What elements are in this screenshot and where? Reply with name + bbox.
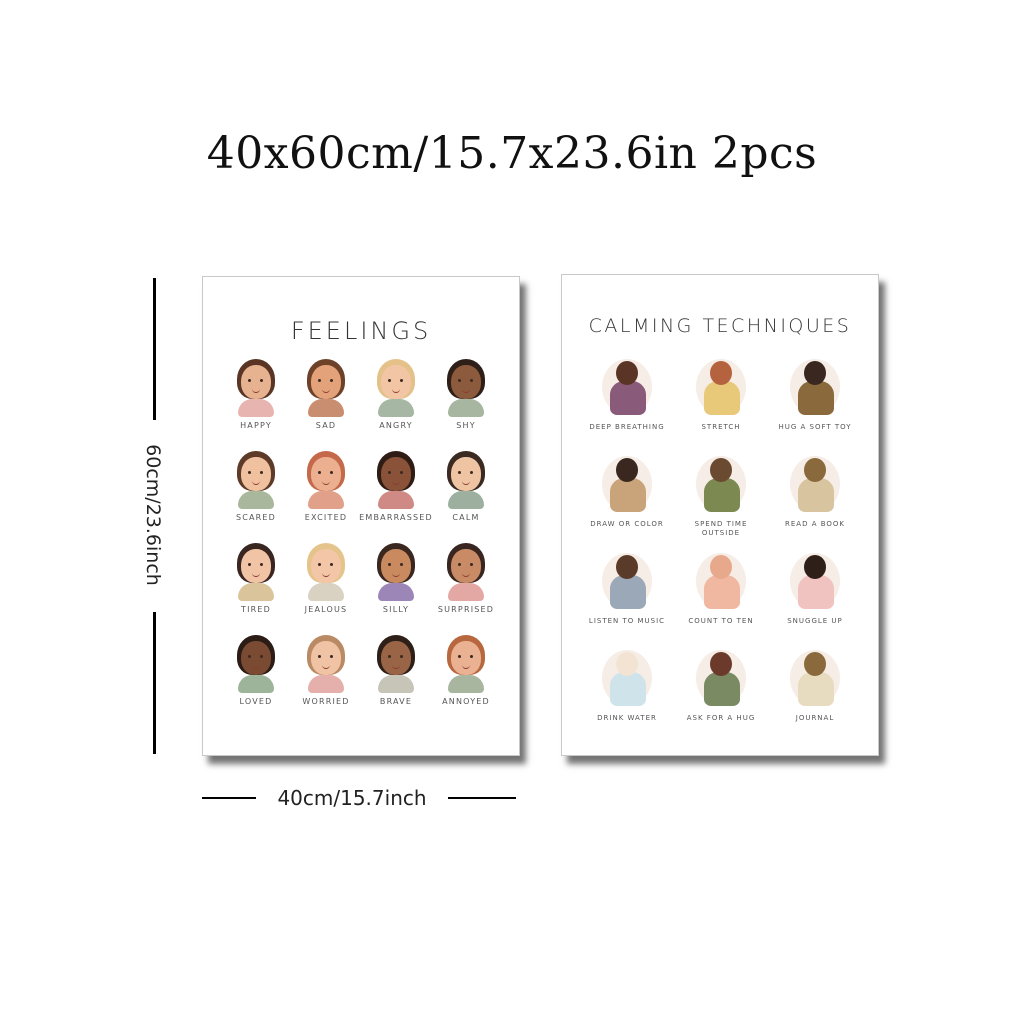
feeling-item-tired: TIRED xyxy=(221,539,291,631)
height-dimension-line-top xyxy=(153,278,156,420)
feeling-item-scared: SCARED xyxy=(221,447,291,539)
feeling-label: SILLY xyxy=(382,605,410,614)
calming-illustration xyxy=(780,351,850,421)
calming-illustration xyxy=(686,351,756,421)
calming-label: DRAW OR COLOR xyxy=(590,520,664,528)
width-dimension-line-left xyxy=(202,797,256,799)
child-face-illustration xyxy=(303,635,349,693)
calming-label: DEEP BREATHING xyxy=(589,423,665,431)
calming-label: HUG A SOFT TOY xyxy=(778,423,852,431)
calming-label: READ A BOOK xyxy=(785,520,845,528)
feeling-label: SCARED xyxy=(235,513,277,522)
calming-illustration xyxy=(592,351,662,421)
calming-item-hug-a-soft-toy: HUG A SOFT TOY xyxy=(768,351,862,448)
height-dimension-line-bottom xyxy=(153,612,156,754)
feeling-item-annoyed: ANNOYED xyxy=(431,631,501,723)
feeling-item-worried: WORRIED xyxy=(291,631,361,723)
calming-grid: DEEP BREATHING STRETCH HUG A SOFT TOY DRAW … xyxy=(580,351,862,739)
feeling-item-sad: SAD xyxy=(291,355,361,447)
calming-item-stretch: STRETCH xyxy=(674,351,768,448)
width-dimension-line-right xyxy=(448,797,516,799)
calming-item-snuggle-up: SNUGGLE UP xyxy=(768,545,862,642)
feeling-label: CALM xyxy=(452,513,480,522)
feeling-item-surprised: SURPRISED xyxy=(431,539,501,631)
feelings-poster: FEELINGS HAPPY SAD ANGRY SHY SCARED EXCITED EM… xyxy=(202,276,520,756)
feeling-label: EXCITED xyxy=(304,513,348,522)
feeling-item-embarrassed: EMBARRASSED xyxy=(359,447,433,539)
feeling-item-brave: BRAVE xyxy=(361,631,431,723)
calming-illustration xyxy=(592,545,662,615)
feeling-label: EMBARRASSED xyxy=(359,513,433,522)
feeling-item-jealous: JEALOUS xyxy=(291,539,361,631)
calming-item-spend-time-outside: SPEND TIME OUTSIDE xyxy=(674,448,768,545)
feeling-item-shy: SHY xyxy=(431,355,501,447)
child-face-illustration xyxy=(233,359,279,417)
calming-item-deep-breathing: DEEP BREATHING xyxy=(580,351,674,448)
calming-item-read-a-book: READ A BOOK xyxy=(768,448,862,545)
feeling-label: HAPPY xyxy=(240,421,272,430)
calming-illustration xyxy=(780,448,850,518)
calming-item-journal: JOURNAL xyxy=(768,642,862,739)
calming-label: COUNT TO TEN xyxy=(688,617,754,625)
calming-illustration xyxy=(592,448,662,518)
calming-illustration xyxy=(780,642,850,712)
child-face-illustration xyxy=(443,543,489,601)
calming-label: SPEND TIME OUTSIDE xyxy=(694,520,748,537)
calming-label: ASK FOR A HUG xyxy=(686,714,756,722)
feeling-label: SAD xyxy=(315,421,337,430)
height-dimension-label: 60cm/23.6inch xyxy=(142,444,164,586)
feeling-label: BRAVE xyxy=(379,697,413,706)
calming-illustration xyxy=(686,448,756,518)
child-face-illustration xyxy=(373,635,419,693)
child-face-illustration xyxy=(373,359,419,417)
feeling-label: SURPRISED xyxy=(437,605,495,614)
calming-techniques-poster: CALMING TECHNIQUES DEEP BREATHING STRETCH… xyxy=(561,274,879,756)
child-face-illustration xyxy=(443,359,489,417)
feeling-label: JEALOUS xyxy=(304,605,348,614)
child-face-illustration xyxy=(443,635,489,693)
feeling-item-loved: LOVED xyxy=(221,631,291,723)
feeling-item-calm: CALM xyxy=(431,447,501,539)
calming-illustration xyxy=(780,545,850,615)
calming-label: STRETCH xyxy=(701,423,741,431)
child-face-illustration xyxy=(303,543,349,601)
feeling-item-angry: ANGRY xyxy=(361,355,431,447)
child-face-illustration xyxy=(233,543,279,601)
feeling-label: TIRED xyxy=(240,605,272,614)
calming-illustration xyxy=(686,545,756,615)
calming-illustration xyxy=(592,642,662,712)
child-face-illustration xyxy=(373,451,419,509)
calming-item-drink-water: DRINK WATER xyxy=(580,642,674,739)
feelings-grid: HAPPY SAD ANGRY SHY SCARED EXCITED EMBARRASSED… xyxy=(221,355,501,723)
feeling-label: ANGRY xyxy=(379,421,413,430)
feeling-label: LOVED xyxy=(239,697,273,706)
calming-label: JOURNAL xyxy=(795,714,835,722)
calming-illustration xyxy=(686,642,756,712)
feeling-label: WORRIED xyxy=(302,697,350,706)
child-face-illustration xyxy=(443,451,489,509)
calming-label: SNUGGLE UP xyxy=(787,617,843,625)
feeling-item-excited: EXCITED xyxy=(291,447,361,539)
calming-item-count-to-ten: COUNT TO TEN xyxy=(674,545,768,642)
child-face-illustration xyxy=(303,451,349,509)
feeling-item-silly: SILLY xyxy=(361,539,431,631)
calming-item-listen-to-music: LISTEN TO MUSIC xyxy=(580,545,674,642)
calming-poster-title: CALMING TECHNIQUES xyxy=(588,315,852,337)
child-face-illustration xyxy=(303,359,349,417)
product-size-headline: 40x60cm/15.7x23.6in 2pcs xyxy=(206,128,818,179)
calming-item-ask-for-a-hug: ASK FOR A HUG xyxy=(674,642,768,739)
feeling-item-happy: HAPPY xyxy=(221,355,291,447)
feeling-label: ANNOYED xyxy=(442,697,490,706)
calming-item-draw-or-color: DRAW OR COLOR xyxy=(580,448,674,545)
feelings-poster-title: FEELINGS xyxy=(290,317,432,345)
width-dimension-label: 40cm/15.7inch xyxy=(277,786,427,810)
feeling-label: SHY xyxy=(456,421,476,430)
calming-label: LISTEN TO MUSIC xyxy=(588,617,666,625)
child-face-illustration xyxy=(373,543,419,601)
calming-label: DRINK WATER xyxy=(597,714,657,722)
child-face-illustration xyxy=(233,451,279,509)
child-face-illustration xyxy=(233,635,279,693)
